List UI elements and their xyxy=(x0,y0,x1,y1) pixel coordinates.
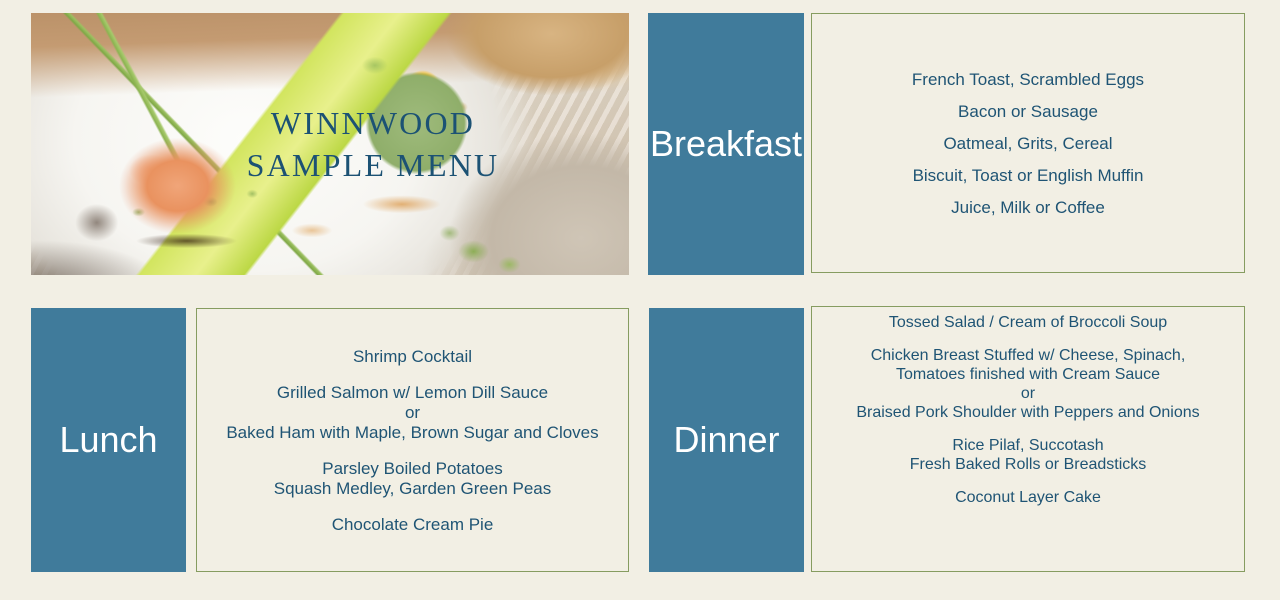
menu-item-line: Grilled Salmon w/ Lemon Dill Sauce xyxy=(276,382,549,402)
plated-food-photo xyxy=(31,13,629,275)
menu-slide: WINNWOOD SAMPLE MENU Breakfast French To… xyxy=(0,0,1280,600)
menu-item-line: Bacon or Sausage xyxy=(958,101,1098,121)
menu-item-line: Tossed Salad / Cream of Broccoli Soup xyxy=(888,313,1168,331)
menu-item-line: French Toast, Scrambled Eggs xyxy=(911,69,1145,89)
menu-item-line: Parsley Boiled Potatoes xyxy=(322,458,503,478)
menu-item-line: Oatmeal, Grits, Cereal xyxy=(943,133,1113,153)
menu-item-line: Rice Pilaf, Succotash xyxy=(952,436,1104,454)
menu-item-line: Baked Ham with Maple, Brown Sugar and Cl… xyxy=(226,422,599,442)
hero-image-block: WINNWOOD SAMPLE MENU xyxy=(31,13,629,275)
menu-item-line: Juice, Milk or Coffee xyxy=(951,197,1105,217)
menu-line-spacer xyxy=(812,422,1244,436)
menu-item-line: or xyxy=(404,402,421,422)
menu-line-spacer xyxy=(197,442,628,458)
meal-items-dinner: Tossed Salad / Cream of Broccoli Soup Chi… xyxy=(811,306,1245,572)
meal-label-breakfast: Breakfast xyxy=(648,13,804,275)
menu-line-spacer xyxy=(197,366,628,382)
menu-item-line: Fresh Baked Rolls or Breadsticks xyxy=(909,455,1147,473)
menu-line-spacer xyxy=(812,474,1244,488)
menu-item-line: Biscuit, Toast or English Muffin xyxy=(912,165,1144,185)
meal-label-lunch: Lunch xyxy=(31,308,186,572)
menu-item-line: Tomatoes finished with Cream Sauce xyxy=(895,365,1161,383)
menu-item-line: or xyxy=(1020,384,1036,402)
meal-items-lunch: Shrimp Cocktail Grilled Salmon w/ Lemon D… xyxy=(196,308,629,572)
menu-item-line: Chocolate Cream Pie xyxy=(331,514,494,534)
menu-item-line: Coconut Layer Cake xyxy=(955,488,1101,506)
menu-item-line: Shrimp Cocktail xyxy=(352,346,473,366)
menu-item-line: Chicken Breast Stuffed w/ Cheese, Spinac… xyxy=(870,346,1186,364)
menu-item-line: Braised Pork Shoulder with Peppers and O… xyxy=(856,403,1200,421)
menu-item-line: Squash Medley, Garden Green Peas xyxy=(273,478,552,498)
meal-items-breakfast: French Toast, Scrambled Eggs Bacon or Sau… xyxy=(811,13,1245,273)
menu-line-spacer xyxy=(812,332,1244,346)
meal-label-dinner: Dinner xyxy=(649,308,804,572)
menu-line-spacer xyxy=(197,498,628,514)
